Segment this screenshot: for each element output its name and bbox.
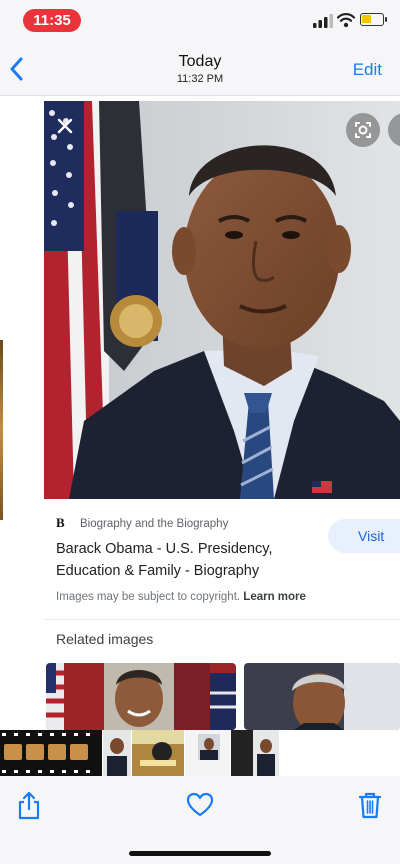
visit-button[interactable]: Visit bbox=[328, 519, 400, 553]
battery-level bbox=[362, 15, 371, 23]
cellular-signal-icon bbox=[313, 14, 333, 28]
photo-filmstrip[interactable] bbox=[0, 730, 400, 776]
photo-viewer: B Biography and the Biography Visit Bara… bbox=[0, 97, 400, 730]
filmstrip-thumbnails bbox=[0, 730, 279, 776]
source-logo: B bbox=[56, 515, 65, 530]
related-images-heading: Related images bbox=[56, 631, 154, 647]
page-title: Today bbox=[178, 53, 222, 70]
related-image-2[interactable] bbox=[244, 663, 400, 730]
previous-photo-edge[interactable] bbox=[0, 340, 3, 520]
home-indicator[interactable] bbox=[129, 851, 271, 856]
lens-result-card: B Biography and the Biography Visit Bara… bbox=[44, 97, 400, 730]
status-time: 11:35 bbox=[23, 9, 81, 32]
portrait-illustration bbox=[44, 101, 400, 499]
related-image-1[interactable] bbox=[46, 663, 236, 730]
portrait-photo[interactable] bbox=[44, 101, 400, 499]
source-name: Biography and the Biography bbox=[80, 518, 229, 530]
wifi-icon bbox=[337, 13, 355, 28]
status-bar: 11:35 bbox=[0, 0, 400, 44]
heart-icon[interactable] bbox=[186, 792, 214, 818]
page-subtitle: 11:32 PM bbox=[176, 73, 224, 85]
result-title-link[interactable]: Barack Obama - U.S. Presidency, Educatio… bbox=[56, 538, 336, 582]
trash-icon[interactable] bbox=[358, 790, 382, 820]
chevron-left-icon[interactable] bbox=[6, 54, 28, 84]
divider bbox=[44, 619, 400, 620]
copyright-text: Images may be subject to copyright. bbox=[56, 591, 241, 603]
learn-more-link[interactable]: Learn more bbox=[243, 591, 306, 603]
lens-icon[interactable] bbox=[346, 113, 380, 147]
battery-icon bbox=[360, 13, 387, 26]
bottom-toolbar bbox=[0, 776, 400, 864]
close-icon[interactable] bbox=[54, 115, 76, 137]
copyright-notice: Images may be subject to copyright. Lear… bbox=[56, 591, 306, 603]
navigation-bar: Today 11:32 PM Edit bbox=[0, 44, 400, 96]
edit-button[interactable]: Edit bbox=[353, 60, 382, 80]
share-icon[interactable] bbox=[16, 790, 42, 820]
